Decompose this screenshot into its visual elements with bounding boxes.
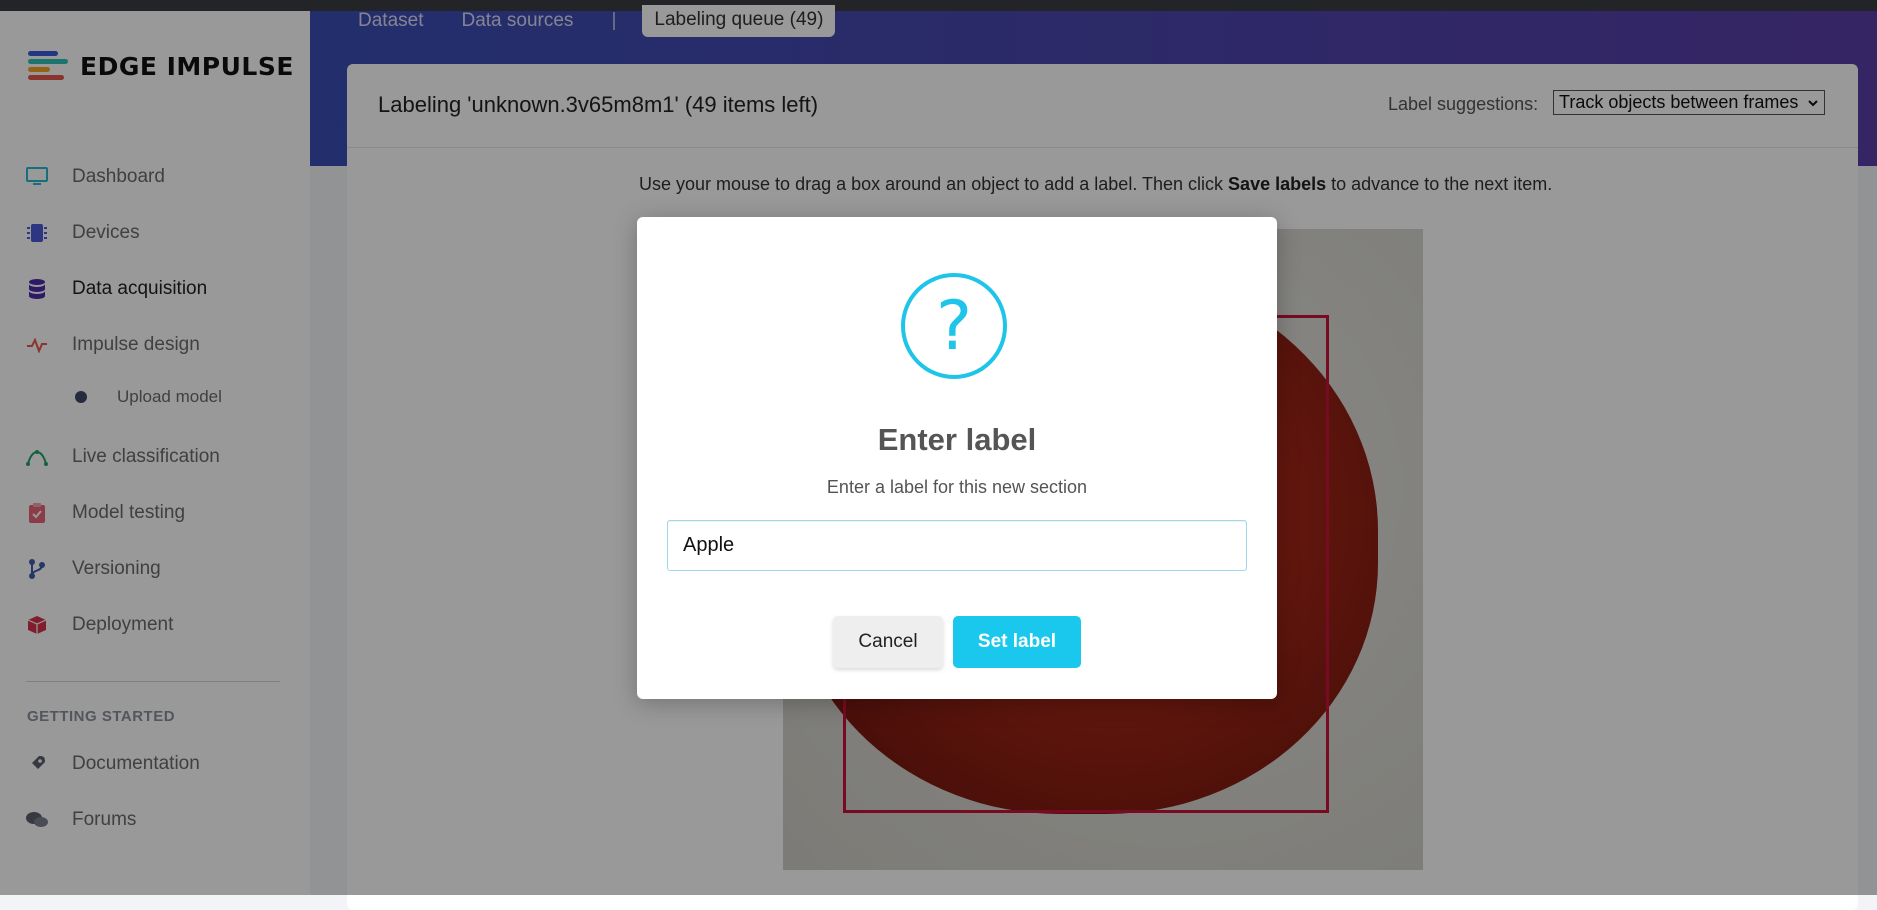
- dialog-subtitle: Enter a label for this new section: [826, 477, 1088, 497]
- question-icon: ?: [901, 273, 1007, 379]
- dialog-title: Enter label: [877, 422, 1037, 457]
- enter-label-dialog: ? Enter label Enter a label for this new…: [637, 217, 1277, 699]
- cancel-button[interactable]: Cancel: [833, 616, 943, 668]
- set-label-button[interactable]: Set label: [953, 616, 1081, 668]
- label-input[interactable]: [667, 520, 1247, 571]
